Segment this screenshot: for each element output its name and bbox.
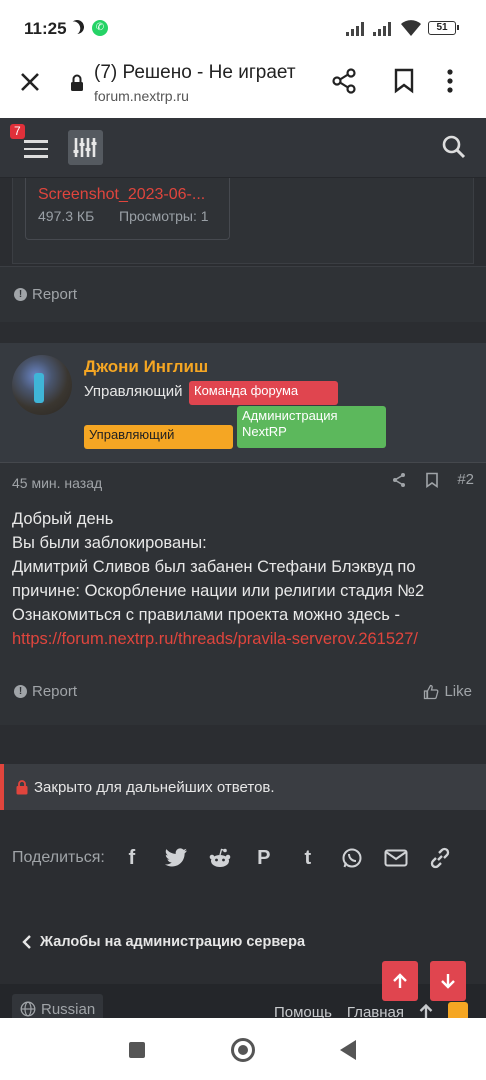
share-icons: f P t (119, 845, 453, 871)
rss-icon[interactable] (448, 1002, 468, 1018)
whatsapp-icon[interactable] (339, 845, 365, 871)
forum-header: 7 (0, 118, 486, 178)
banner-role: Управляющий (84, 425, 233, 449)
reddit-icon[interactable] (207, 845, 233, 871)
attachment-filename[interactable]: Screenshot_2023-06-... (38, 186, 218, 204)
signal-icon (346, 22, 364, 36)
help-link[interactable]: Помощь (274, 1004, 332, 1019)
post-number[interactable]: #2 (457, 471, 474, 488)
post-body: Добрый день Вы были заблокированы: Димит… (12, 507, 474, 651)
battery-icon: 51 (428, 21, 459, 35)
report-label: Report (32, 286, 78, 303)
username[interactable]: Джони Инглиш (84, 357, 208, 377)
share-icon[interactable] (331, 68, 357, 94)
bookmark-icon[interactable] (393, 68, 415, 94)
like-button[interactable]: Like (423, 683, 472, 700)
report-label: Report (32, 683, 78, 700)
status-time: 11:25 (24, 19, 67, 38)
lock-icon (71, 74, 83, 91)
post-line: Добрый день (12, 510, 114, 528)
chevron-left-icon (22, 935, 31, 949)
page-title[interactable]: (7) Решено - Не играет (94, 62, 304, 84)
attachment-size: 497.3 КБ (38, 208, 95, 224)
language-label: Russian (41, 1000, 96, 1018)
wifi-icon (401, 20, 421, 36)
user-info: Джони Инглиш Управляющий Команда форума … (0, 343, 486, 463)
banner-admin: Администрация NextRP (237, 406, 386, 448)
share-label: Поделиться: (12, 849, 105, 866)
post2-footer: ! Report Like (0, 673, 486, 719)
banner-team: Команда форума (189, 381, 338, 405)
rules-link[interactable]: https://forum.nextrp.ru/threads/pravila-… (12, 630, 418, 648)
attachments-block: Screenshot_2023-06-... 497.3 КБ Просмотр… (12, 178, 474, 264)
post-line: Ознакомиться с правилами проекта можно з… (12, 606, 400, 624)
whatsapp-notification-icon: ✆ (92, 20, 108, 36)
language-selector[interactable]: Russian (12, 994, 104, 1018)
recents-button[interactable] (129, 1042, 145, 1058)
report-icon: ! (14, 288, 27, 301)
arrow-up-icon (393, 973, 407, 988)
browser-toolbar: (7) Решено - Не играет forum.nextrp.ru (0, 54, 486, 118)
signal-icon-2 (373, 22, 391, 36)
post-2: Джони Инглиш Управляющий Команда форума … (0, 343, 486, 725)
home-link[interactable]: Главная (347, 1004, 404, 1019)
system-nav-bar (0, 1018, 486, 1080)
link-icon[interactable] (427, 845, 453, 871)
closed-notice-text: Закрыто для дальнейших ответов. (34, 778, 275, 796)
scroll-top-button[interactable] (382, 961, 418, 1001)
avatar[interactable] (12, 355, 72, 415)
page-url[interactable]: forum.nextrp.ru (94, 88, 189, 104)
more-options-icon[interactable] (446, 68, 454, 94)
status-bar: 11:25 ✆ 51 (0, 0, 486, 54)
twitter-icon[interactable] (163, 845, 189, 871)
post1-footer: ! Report (0, 266, 486, 322)
globe-icon (20, 1001, 36, 1017)
share-bar: Поделиться: f P t (12, 842, 474, 874)
pinterest-icon[interactable]: P (251, 845, 277, 871)
breadcrumb-label[interactable]: Жалобы на администрацию сервера (40, 934, 305, 950)
report-button[interactable]: ! Report (14, 683, 77, 700)
breadcrumb[interactable]: Жалобы на администрацию сервера (22, 934, 305, 950)
dnd-moon-icon (68, 18, 86, 36)
bookmark-post-icon[interactable] (425, 472, 439, 488)
report-icon: ! (14, 685, 27, 698)
lock-icon (16, 779, 28, 794)
home-button[interactable] (231, 1038, 255, 1062)
back-button[interactable] (340, 1040, 356, 1060)
thread-content: Screenshot_2023-06-... 497.3 КБ Просмотр… (0, 178, 486, 1018)
post-line: Вы были заблокированы: (12, 534, 207, 552)
thread-closed-notice: Закрыто для дальнейших ответов. (0, 764, 486, 810)
email-icon[interactable] (383, 845, 409, 871)
post-time[interactable]: 45 мин. назад (12, 475, 102, 491)
close-icon[interactable] (18, 70, 42, 94)
arrow-down-icon (441, 974, 455, 989)
scroll-bottom-button[interactable] (430, 961, 466, 1001)
tumblr-icon[interactable]: t (295, 845, 321, 871)
report-button[interactable]: ! Report (14, 286, 77, 303)
arrow-up-icon[interactable] (419, 1004, 433, 1018)
share-post-icon[interactable] (391, 472, 407, 488)
facebook-icon[interactable]: f (119, 845, 145, 871)
post-actions: #2 (391, 471, 474, 488)
search-icon[interactable] (441, 134, 467, 160)
attachment-card[interactable]: Screenshot_2023-06-... 497.3 КБ Просмотр… (25, 178, 230, 240)
attachment-views: Просмотры: 1 (119, 208, 209, 224)
footer-links: Помощь Главная (274, 1002, 468, 1018)
notification-badge: 7 (10, 124, 25, 139)
user-title: Управляющий (84, 383, 183, 400)
thumbs-up-icon (424, 684, 439, 699)
like-label: Like (444, 683, 472, 700)
forum-logo-icon[interactable] (68, 130, 103, 165)
post-line: Димитрий Сливов был забанен Стефани Блэк… (12, 558, 425, 600)
hamburger-menu-icon[interactable] (24, 140, 48, 158)
